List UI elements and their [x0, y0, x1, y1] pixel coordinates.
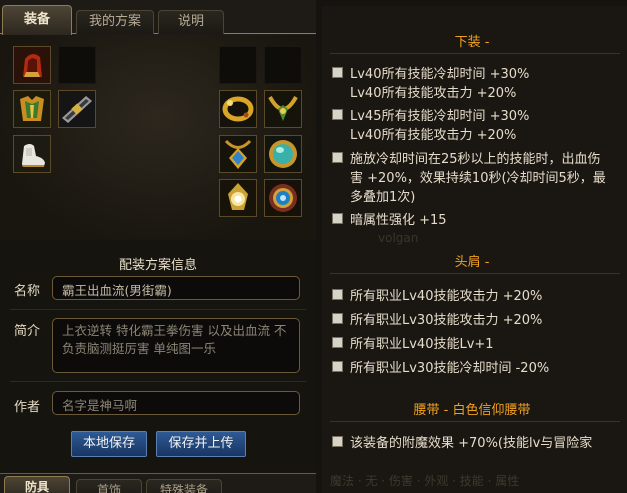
- option-line: 施放冷却时间在25秒以上的技能时，出血伤: [350, 152, 601, 167]
- option-text: 所有职业Lv30技能攻击力 +20%: [350, 313, 543, 328]
- watermark: volgan: [378, 231, 419, 245]
- option-checkbox[interactable]: [332, 289, 343, 300]
- tab-armor[interactable]: 防具: [4, 476, 70, 493]
- option-checkbox[interactable]: [332, 436, 343, 447]
- option-line: Lv40所有技能冷却时间 +30%: [350, 67, 530, 82]
- options-panel: 下装 - Lv40所有技能冷却时间 +30% Lv40所有技能攻击力 +20% …: [322, 6, 627, 493]
- option-checkbox[interactable]: [332, 361, 343, 372]
- white-shoe-icon: [14, 136, 50, 172]
- save-upload-button[interactable]: 保存并上传: [156, 431, 246, 457]
- option-checkbox[interactable]: [332, 337, 343, 348]
- slot-gold-orb-icon[interactable]: [219, 179, 257, 217]
- tab-instructions[interactable]: 说明: [158, 10, 224, 34]
- slot-empty[interactable]: [219, 46, 257, 84]
- option-text: 暗属性强化 +15: [350, 211, 622, 230]
- slot-belt-icon[interactable]: [58, 90, 96, 128]
- save-local-button[interactable]: 本地保存: [71, 431, 147, 457]
- author-label: 作者: [14, 400, 41, 415]
- tab-special-equipment[interactable]: 特殊装备: [146, 479, 222, 493]
- red-hood-icon: [14, 47, 50, 83]
- desc-label: 简介: [14, 324, 41, 339]
- option-text: 所有职业Lv40技能Lv+1: [350, 337, 494, 352]
- option-text: Lv40所有技能冷却时间 +30% Lv40所有技能攻击力 +20%: [350, 65, 622, 103]
- blue-pendant-icon: [220, 136, 256, 172]
- teal-gem-icon: [265, 136, 301, 172]
- name-label: 名称: [14, 284, 41, 299]
- option-line: Lv45所有技能冷却时间 +30%: [350, 109, 530, 124]
- slot-empty[interactable]: [58, 46, 96, 84]
- option-line: Lv40所有技能攻击力 +20%: [350, 128, 517, 143]
- footer-text: 魔法 · 无 · 伤害 · 外观 · 技能 · 属性: [330, 474, 520, 488]
- slot-gold-bracelet-icon[interactable]: [219, 90, 257, 128]
- green-gold-armor-icon: [14, 91, 50, 127]
- option-text: 施放冷却时间在25秒以上的技能时，出血伤 害 +20%，效果持续10秒(冷却时间…: [350, 150, 622, 207]
- option-line: Lv40所有技能攻击力 +20%: [350, 86, 517, 101]
- section-title-shoulder: 头肩 -: [454, 255, 490, 270]
- top-tab-bar: 装备 我的方案 说明: [0, 0, 316, 35]
- category-tab-bar: 防具 首饰 特殊装备: [0, 473, 316, 493]
- section-title-pants: 下装 -: [454, 35, 490, 50]
- slot-gold-necklace-icon[interactable]: [264, 90, 302, 128]
- slot-green-gold-armor-icon[interactable]: [13, 90, 51, 128]
- option-text: 所有职业Lv40技能攻击力 +20%: [350, 289, 543, 304]
- tab-equipment[interactable]: 装备: [2, 5, 72, 35]
- gold-bracelet-icon: [220, 91, 256, 127]
- option-text: Lv45所有技能冷却时间 +30% Lv40所有技能攻击力 +20%: [350, 107, 622, 145]
- section-divider: [330, 273, 620, 274]
- gold-orb-icon: [220, 180, 256, 216]
- option-text: 所有职业Lv30技能冷却时间 -20%: [350, 361, 550, 376]
- author-field[interactable]: 名字是神马啊: [52, 391, 300, 415]
- option-checkbox[interactable]: [332, 213, 343, 224]
- section-divider: [330, 421, 620, 422]
- option-line: 多叠加1次): [350, 190, 416, 205]
- option-checkbox[interactable]: [332, 313, 343, 324]
- slot-empty[interactable]: [264, 46, 302, 84]
- option-text: 该装备的附魔效果 +70%(技能lv与冒险家: [350, 436, 593, 451]
- section-divider: [330, 53, 620, 54]
- equipment-grid: [0, 35, 316, 240]
- slot-teal-gem-icon[interactable]: [264, 135, 302, 173]
- divider: [10, 381, 306, 382]
- equipment-panel: 装备 我的方案 说明 配装方案信息 名称 霸王出血流(男街霸) 简介 上衣逆转 …: [0, 0, 316, 493]
- slot-blue-pendant-icon[interactable]: [219, 135, 257, 173]
- slot-white-shoe-icon[interactable]: [13, 135, 51, 173]
- slot-red-hood-icon[interactable]: [13, 46, 51, 84]
- option-line: 暗属性强化 +15: [350, 213, 447, 228]
- section-title-belt: 腰带 - 白色信仰腰带: [413, 403, 531, 418]
- tab-my-plans[interactable]: 我的方案: [76, 10, 154, 34]
- gold-necklace-icon: [265, 91, 301, 127]
- desc-field[interactable]: 上衣逆转 特化霸王拳伤害 以及出血流 不负责脑测挺厉害 单纯图一乐: [52, 318, 300, 373]
- name-field[interactable]: 霸王出血流(男街霸): [52, 276, 300, 300]
- slot-blue-ring-icon[interactable]: [264, 179, 302, 217]
- tab-accessories[interactable]: 首饰: [76, 479, 142, 493]
- option-checkbox[interactable]: [332, 152, 343, 163]
- blue-ring-icon: [265, 180, 301, 216]
- divider: [10, 309, 306, 310]
- option-checkbox[interactable]: [332, 109, 343, 120]
- belt-icon: [59, 91, 95, 127]
- plan-info-title: 配装方案信息: [118, 258, 197, 273]
- option-checkbox[interactable]: [332, 67, 343, 78]
- option-line: 害 +20%，效果持续10秒(冷却时间5秒，最: [350, 171, 606, 186]
